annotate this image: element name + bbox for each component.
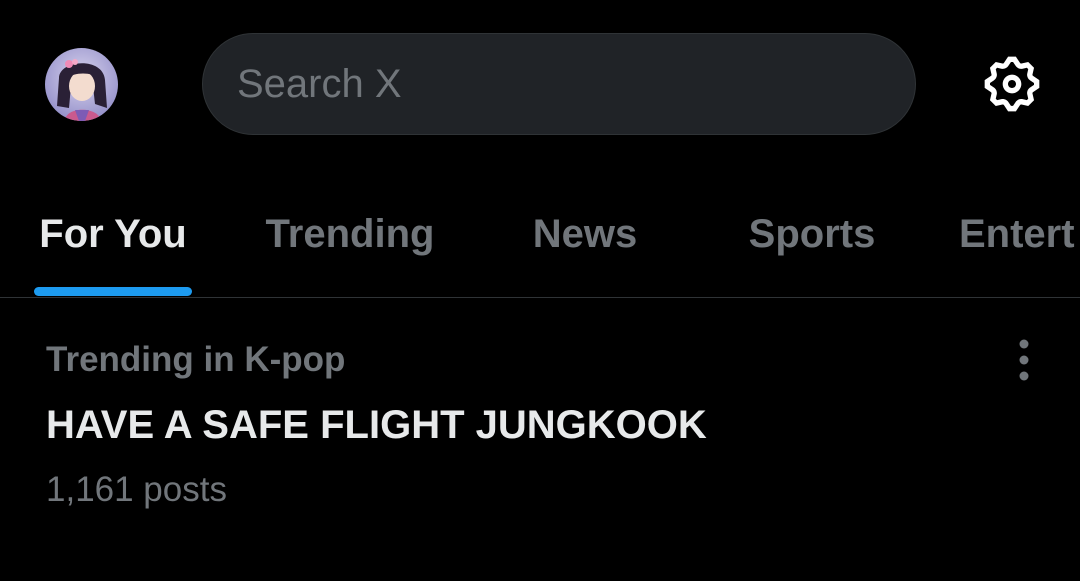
more-vertical-icon [1019, 339, 1029, 381]
trend-title: HAVE A SAFE FLIGHT JUNGKOOK [46, 403, 707, 447]
tab-for-you[interactable]: For You [34, 190, 192, 298]
trend-more-button[interactable] [1004, 338, 1044, 382]
settings-button[interactable] [980, 52, 1044, 116]
active-tab-indicator [34, 287, 192, 296]
gear-icon [984, 56, 1040, 112]
search-input[interactable] [237, 34, 915, 134]
profile-avatar[interactable] [45, 48, 118, 121]
explore-tabs: For You Trending News Sports Entert [0, 190, 1080, 298]
trend-post-count: 1,161 posts [46, 470, 227, 509]
explore-page: For You Trending News Sports Entert Tren… [0, 0, 1080, 581]
tab-entertainment[interactable]: Entert [959, 190, 1080, 298]
trend-context: Trending in K-pop [46, 340, 346, 379]
search-bar[interactable] [202, 33, 916, 135]
tab-sports[interactable]: Sports [722, 190, 902, 298]
avatar-image [45, 48, 118, 121]
tab-trending[interactable]: Trending [240, 190, 460, 298]
tab-news[interactable]: News [500, 190, 670, 298]
trend-item[interactable]: Trending in K-pop HAVE A SAFE FLIGHT JUN… [0, 298, 1080, 528]
